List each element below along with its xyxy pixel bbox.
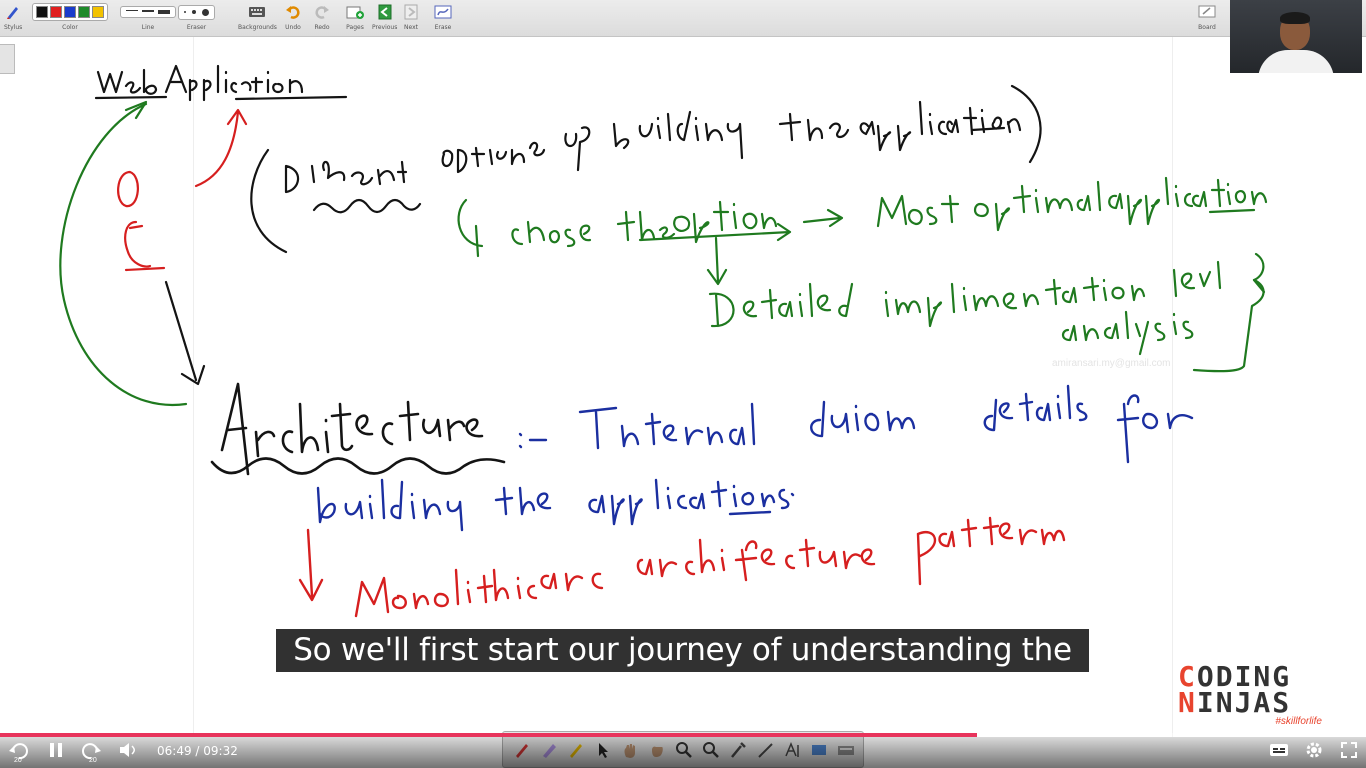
skip-back-seconds: 20: [14, 757, 22, 764]
coding-ninjas-logo: CODING NINJAS #skillforlife: [1178, 663, 1326, 728]
captions-icon: [1269, 742, 1289, 763]
fullscreen-button[interactable]: [1338, 741, 1360, 763]
note-or: [117, 108, 248, 272]
email-watermark: amiransari.my@gmail.com: [1052, 358, 1171, 369]
gear-icon: [1305, 741, 1323, 764]
note-different-options: [250, 84, 1042, 254]
note-monolithic: [298, 516, 1066, 618]
note-detailed-implementation: [708, 252, 1266, 373]
subtitle-caption: So we'll first start our journey of unde…: [276, 629, 1089, 672]
pause-icon: [49, 742, 63, 763]
logo-line-2: INJAS: [1196, 686, 1292, 719]
volume-icon: [119, 742, 139, 763]
connector-black-arrow: [164, 280, 206, 386]
note-architecture: [210, 382, 506, 476]
note-choose-option: [457, 176, 1268, 286]
settings-button[interactable]: [1303, 742, 1325, 762]
note-internal-design: [316, 384, 1194, 532]
note-web-application: [94, 64, 348, 102]
fullscreen-icon: [1341, 741, 1357, 763]
logo-mark-n: N: [1178, 686, 1197, 719]
captions-button[interactable]: [1268, 742, 1290, 762]
skip-forward-seconds: 20: [89, 757, 97, 764]
pause-button[interactable]: [46, 741, 66, 763]
presenter-hair: [1280, 12, 1310, 24]
presenter-webcam: [1230, 0, 1362, 73]
skip-forward-button[interactable]: 20: [80, 740, 104, 766]
volume-button[interactable]: [118, 741, 140, 763]
playback-time: 06:49 / 09:32: [157, 744, 238, 758]
connector-green-curve: [59, 100, 188, 407]
logo-tagline: #skillforlife: [1275, 716, 1322, 727]
skip-back-button[interactable]: 20: [6, 740, 30, 766]
